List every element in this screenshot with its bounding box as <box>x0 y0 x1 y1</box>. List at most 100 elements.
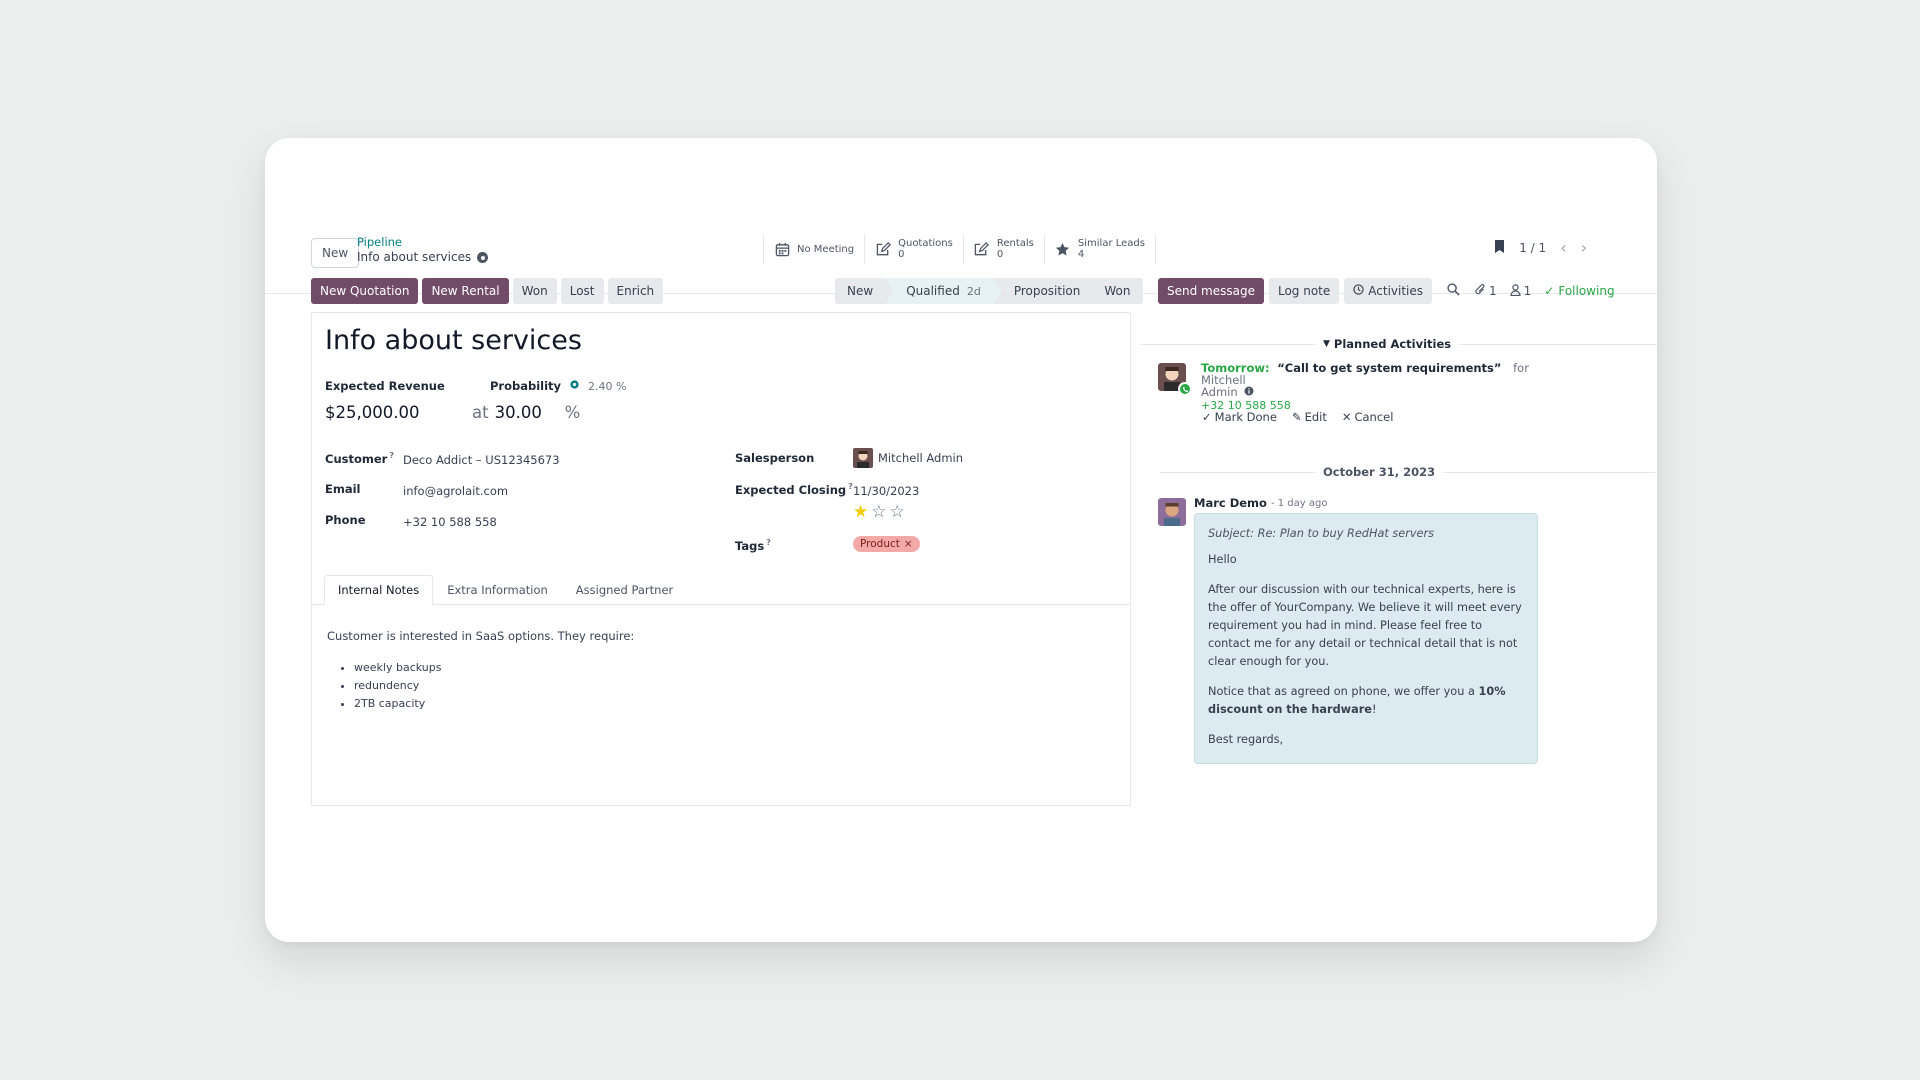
check-icon: ✓ <box>1202 410 1212 424</box>
breadcrumb: Pipeline Info about services <box>357 235 489 265</box>
expected-closing-field[interactable]: 11/30/2023 <box>853 484 919 498</box>
lead-title[interactable]: Info about services <box>325 325 582 356</box>
stage-proposition[interactable]: Proposition <box>1001 278 1093 304</box>
smart-button-count: 4 <box>1077 249 1085 260</box>
list-item: redundency <box>354 677 634 695</box>
message-date: - 1 day ago <box>1270 497 1328 509</box>
gear-icon[interactable] <box>569 379 580 393</box>
new-quotation-button[interactable]: New Quotation <box>311 278 419 304</box>
smart-button-label: No Meeting <box>797 243 855 255</box>
smart-button-label: Quotations <box>898 238 953 249</box>
breadcrumb-current: Info about services <box>357 250 472 264</box>
mark-done-label: Mark Done <box>1214 410 1277 424</box>
info-icon[interactable] <box>1244 386 1254 398</box>
tab-extra-information[interactable]: Extra Information <box>433 575 562 605</box>
gear-icon[interactable] <box>477 252 489 263</box>
help-mark: ? <box>766 538 771 547</box>
internal-notes-editor[interactable]: Customer is interested in SaaS options. … <box>327 629 634 713</box>
edit-label: Edit <box>1304 410 1327 424</box>
bookmark-icon[interactable] <box>1494 239 1505 256</box>
chevron-right-icon[interactable]: › <box>1581 238 1587 257</box>
message-body: Subject: Re: Plan to buy RedHat servers … <box>1194 513 1538 764</box>
help-mark: ? <box>389 451 394 460</box>
message-text: Notice that as agreed on phone, we offer… <box>1208 685 1479 698</box>
customer-field[interactable]: Deco Addict – US12345673 <box>403 453 560 467</box>
pager-value[interactable]: 1 / 1 <box>1519 241 1546 255</box>
smart-button-similar-leads[interactable]: Similar Leads 4 <box>1045 234 1156 264</box>
form-sheet: Info about services Expected Revenue $25… <box>311 312 1131 806</box>
priority-star-icon[interactable]: ☆ <box>871 504 886 521</box>
won-button[interactable]: Won <box>512 278 557 304</box>
smart-button-label: Similar Leads <box>1077 238 1145 249</box>
smart-button-quotations[interactable]: Quotations 0 <box>865 234 964 264</box>
phone-label: Phone <box>325 513 366 527</box>
pencil-icon: ✎ <box>1291 410 1302 424</box>
new-rental-button[interactable]: New Rental <box>422 278 509 304</box>
stage-arrow <box>992 278 1002 304</box>
smart-button-count: 0 <box>996 249 1004 260</box>
message-text: ! <box>1371 703 1377 716</box>
star-icon <box>1055 241 1071 257</box>
smart-button-rentals[interactable]: Rentals 0 <box>964 234 1045 264</box>
new-record-button[interactable]: New <box>311 238 360 268</box>
mark-done-button[interactable]: ✓ Mark Done <box>1202 410 1277 424</box>
message-paragraph: After our discussion with our technical … <box>1208 583 1522 668</box>
message-author[interactable]: Marc Demo <box>1194 496 1267 510</box>
avatar <box>1158 498 1186 526</box>
probability-input[interactable]: 30.00 <box>495 403 559 422</box>
percent-label: % <box>564 403 581 422</box>
message-paragraph: Notice that as agreed on phone, we offer… <box>1208 683 1524 719</box>
lost-button[interactable]: Lost <box>560 278 604 304</box>
cancel-button[interactable]: ✕ Cancel <box>1342 410 1394 424</box>
email-label: Email <box>325 482 361 496</box>
close-icon[interactable]: × <box>904 538 913 550</box>
list-item: 2TB capacity <box>354 695 634 713</box>
tab-internal-notes[interactable]: Internal Notes <box>324 575 434 605</box>
priority-widget: ★ ☆ ☆ <box>853 504 905 521</box>
message-subject: Subject: Re: Plan to buy RedHat servers <box>1208 527 1435 540</box>
at-label: at <box>472 403 489 422</box>
probability-label: Probability <box>490 379 562 393</box>
attachments-button[interactable]: 1 <box>1475 283 1497 299</box>
expected-revenue-input[interactable]: $25,000.00 <box>325 403 419 422</box>
smart-buttons: No Meeting Quotations 0 Rentals 0 Similar … <box>763 234 1156 264</box>
following-button[interactable]: ✓ Following <box>1544 284 1614 298</box>
tags-field[interactable]: Product × <box>853 536 920 552</box>
smart-button-meeting[interactable]: No Meeting <box>763 234 866 264</box>
email-field[interactable]: info@agrolait.com <box>403 484 508 498</box>
salesperson-label: Salesperson <box>735 451 815 465</box>
clock-icon <box>1353 284 1364 298</box>
notes-list: weekly backups redundency 2TB capacity <box>354 659 634 713</box>
edit-button[interactable]: ✎ Edit <box>1292 410 1327 424</box>
form-actions: New Quotation New Rental Won Lost Enrich <box>311 278 664 304</box>
stage-label: New <box>847 284 874 298</box>
send-message-button[interactable]: Send message <box>1158 278 1264 304</box>
smart-button-label: Rentals <box>996 238 1034 249</box>
breadcrumb-pipeline-link[interactable]: Pipeline <box>357 235 488 250</box>
stage-new[interactable]: New <box>835 278 886 304</box>
planned-activities-toggle[interactable]: ▼ Planned Activities <box>1315 337 1460 351</box>
stage-label: Proposition <box>1013 284 1081 298</box>
customer-label: Customer <box>325 451 388 466</box>
pencil-square-icon <box>974 241 990 257</box>
activities-button[interactable]: Activities <box>1344 278 1433 304</box>
followers-count: 1 <box>1523 284 1532 298</box>
message-paragraph: Best regards, <box>1208 733 1284 746</box>
following-label: Following <box>1558 284 1615 298</box>
activity-summary: “Call to get system requirements” <box>1277 361 1502 375</box>
priority-star-icon[interactable]: ★ <box>853 504 868 521</box>
stage-won[interactable]: Won <box>1092 278 1143 304</box>
priority-star-icon[interactable]: ☆ <box>890 504 905 521</box>
stage-qualified[interactable]: Qualified 2d <box>894 278 993 304</box>
pager: 1 / 1 ‹ › <box>1494 238 1587 257</box>
followers-button[interactable]: 1 <box>1510 283 1532 299</box>
phone-field[interactable]: +32 10 588 558 <box>403 515 497 529</box>
planned-activities-label: Planned Activities <box>1333 337 1452 351</box>
chevron-left-icon[interactable]: ‹ <box>1560 238 1566 257</box>
tag-badge: Product × <box>853 536 920 552</box>
search-icon[interactable] <box>1447 283 1460 299</box>
log-note-button[interactable]: Log note <box>1268 278 1340 304</box>
salesperson-field[interactable]: Mitchell Admin <box>853 448 963 468</box>
enrich-button[interactable]: Enrich <box>607 278 664 304</box>
tab-assigned-partner[interactable]: Assigned Partner <box>561 575 688 605</box>
